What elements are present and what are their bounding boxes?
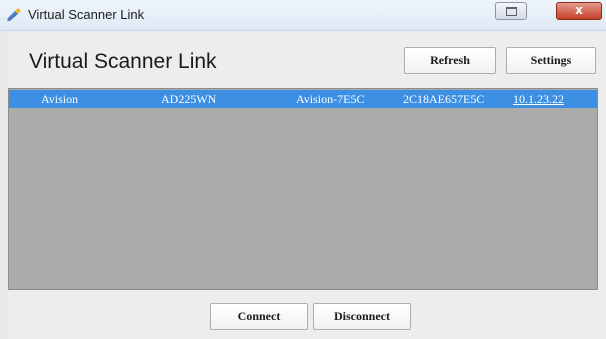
scanner-link-icon	[6, 8, 22, 22]
close-icon[interactable]: x	[556, 2, 602, 20]
title-bar: Virtual Scanner Link x	[0, 0, 606, 31]
connect-button[interactable]: Connect	[210, 303, 308, 330]
disconnect-button[interactable]: Disconnect	[313, 303, 411, 330]
table-row[interactable]: Avision AD225WN Avision-7E5C 2C18AE657E5…	[9, 90, 597, 108]
cell-device-name: Avision-7E5C	[296, 92, 365, 106]
cell-vendor: Avision	[41, 92, 79, 106]
page-title: Virtual Scanner Link	[29, 50, 217, 73]
refresh-button[interactable]: Refresh	[404, 47, 496, 74]
settings-button[interactable]: Settings	[506, 47, 596, 74]
cell-ip-link[interactable]: 10.1.23.22	[513, 92, 564, 107]
cell-model: AD225WN	[161, 92, 217, 106]
window-title: Virtual Scanner Link	[28, 7, 145, 22]
scanner-list[interactable]: Avision AD225WN Avision-7E5C 2C18AE657E5…	[8, 88, 598, 290]
cell-mac: 2C18AE657E5C	[403, 92, 485, 106]
restore-icon[interactable]	[495, 2, 527, 20]
app-window: Virtual Scanner Link x Virtual Scanner L…	[0, 0, 606, 339]
